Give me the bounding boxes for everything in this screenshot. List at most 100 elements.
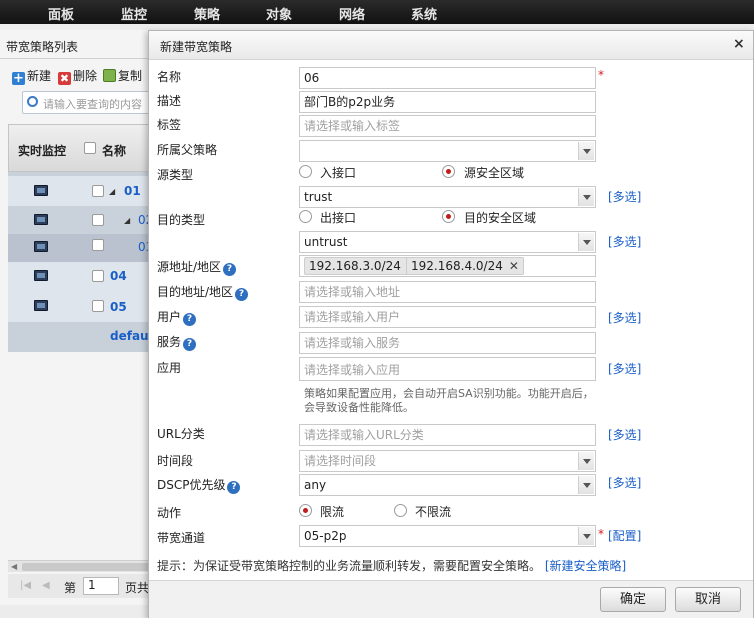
chevron-down-icon[interactable]: [578, 188, 594, 206]
src-addr-label: 源地址/地区?: [157, 258, 237, 276]
page-label: 第: [64, 581, 77, 595]
src-type-interface-radio[interactable]: [299, 165, 312, 178]
scroll-left-icon[interactable]: ◀: [11, 562, 17, 571]
time-placeholder: 请选择时间段: [304, 454, 377, 468]
nav-item-object[interactable]: 对象: [266, 4, 292, 23]
app-field[interactable]: 请选择或输入应用: [299, 357, 596, 381]
list-title: 带宽策略列表: [6, 40, 79, 54]
help-icon[interactable]: ?: [183, 338, 197, 351]
monitor-icon[interactable]: [34, 241, 48, 252]
list-search-input[interactable]: 请输入要查询的内容: [22, 91, 150, 114]
row-name[interactable]: 01: [124, 184, 141, 198]
dst-type-interface-radio[interactable]: [299, 210, 312, 223]
expand-icon[interactable]: ◢: [124, 216, 130, 225]
src-zone-select[interactable]: trust: [299, 186, 596, 208]
chevron-down-icon[interactable]: [578, 233, 594, 251]
row-checkbox[interactable]: [92, 270, 104, 282]
src-type-zone-label[interactable]: 源安全区域: [464, 164, 524, 181]
name-field[interactable]: 06: [299, 67, 596, 89]
app-note: 策略如果配置应用，会自动开启SA识别功能。功能开启后，会导致设备性能降低。: [304, 387, 594, 414]
monitor-icon[interactable]: [34, 270, 48, 281]
tag-field[interactable]: 请选择或输入标签: [299, 115, 596, 137]
user-multi-select[interactable]: [多选]: [608, 309, 641, 326]
url-label: URL分类: [157, 427, 205, 441]
url-multi-select[interactable]: [多选]: [608, 426, 641, 443]
expand-icon[interactable]: ◢: [109, 187, 115, 196]
url-field[interactable]: 请选择或输入URL分类: [299, 424, 596, 446]
src-addr-chip: 192.168.3.0/24✕: [304, 257, 422, 275]
action-nolimit-label[interactable]: 不限流: [415, 503, 451, 520]
new-button[interactable]: + 新建: [12, 67, 51, 85]
copy-icon: [103, 69, 116, 82]
help-icon[interactable]: ?: [183, 313, 197, 326]
service-field[interactable]: 请选择或输入服务: [299, 332, 596, 354]
row-checkbox[interactable]: [92, 185, 104, 197]
row-checkbox[interactable]: [92, 214, 104, 226]
row-checkbox[interactable]: [92, 300, 104, 312]
table-row[interactable]: ◢ 01: [8, 176, 152, 206]
chevron-down-icon[interactable]: [578, 476, 594, 494]
nav-item-monitor[interactable]: 监控: [121, 4, 147, 23]
ok-button[interactable]: 确定: [600, 587, 666, 612]
dst-zone-multi-select[interactable]: [多选]: [608, 233, 641, 250]
chevron-down-icon[interactable]: [578, 527, 594, 545]
chevron-down-icon[interactable]: [578, 142, 594, 160]
delete-button[interactable]: ✖ 删除: [58, 67, 97, 85]
row-name[interactable]: 05: [110, 300, 127, 314]
nav-item-network[interactable]: 网络: [339, 4, 365, 23]
action-limit-radio[interactable]: [299, 504, 312, 517]
src-type-interface-label[interactable]: 入接口: [320, 164, 356, 181]
nav-item-system[interactable]: 系统: [411, 4, 437, 23]
row-checkbox[interactable]: [92, 239, 104, 251]
dst-type-zone-label[interactable]: 目的安全区域: [464, 209, 536, 226]
table-row[interactable]: default: [8, 322, 158, 352]
prev-page-icon[interactable]: ◀: [42, 580, 50, 591]
dst-type-interface-label[interactable]: 出接口: [320, 209, 356, 226]
cancel-button[interactable]: 取消: [675, 587, 741, 612]
table-row[interactable]: ◢ 02: [8, 206, 153, 236]
dst-addr-field[interactable]: 请选择或输入地址: [299, 281, 596, 303]
time-select[interactable]: 请选择时间段: [299, 450, 596, 472]
close-icon[interactable]: ×: [733, 36, 745, 52]
channel-config-link[interactable]: [配置]: [608, 527, 641, 544]
desc-field[interactable]: 部门B的p2p业务: [299, 91, 596, 113]
monitor-icon[interactable]: [34, 185, 48, 196]
action-nolimit-radio[interactable]: [394, 504, 407, 517]
dscp-multi-select[interactable]: [多选]: [608, 474, 641, 491]
chevron-down-icon[interactable]: [578, 452, 594, 470]
remove-chip-icon[interactable]: ✕: [509, 259, 519, 273]
monitor-icon[interactable]: [34, 300, 48, 311]
action-label: 动作: [157, 506, 182, 520]
dscp-select[interactable]: any: [299, 474, 596, 496]
src-zone-multi-select[interactable]: [多选]: [608, 188, 641, 205]
copy-button[interactable]: 复制: [103, 67, 142, 84]
scroll-thumb[interactable]: [22, 563, 150, 571]
nav-item-policy[interactable]: 策略: [194, 4, 220, 23]
src-addr-chip: 192.168.4.0/24 ✕: [406, 257, 524, 275]
table-row[interactable]: 04: [8, 262, 152, 292]
horizontal-scrollbar[interactable]: ◀: [8, 560, 152, 572]
help-icon[interactable]: ?: [227, 481, 241, 494]
page-input[interactable]: 1: [83, 577, 119, 595]
monitor-icon[interactable]: [34, 214, 48, 225]
dialog-title: 新建带宽策略: [160, 40, 233, 54]
dst-type-zone-radio[interactable]: [442, 210, 455, 223]
dst-zone-select[interactable]: untrust: [299, 231, 596, 253]
app-multi-select[interactable]: [多选]: [608, 360, 641, 377]
select-all-checkbox[interactable]: [84, 142, 96, 154]
table-row[interactable]: 05: [8, 292, 152, 322]
channel-select[interactable]: 05-p2p: [299, 525, 596, 547]
parent-policy-select[interactable]: [299, 140, 596, 162]
row-name[interactable]: 04: [110, 269, 127, 283]
dialog-title-bar[interactable]: 新建带宽策略: [149, 31, 753, 60]
new-security-policy-link[interactable]: [新建安全策略]: [545, 559, 626, 573]
nav-item-panel[interactable]: 面板: [48, 4, 74, 23]
src-type-zone-radio[interactable]: [442, 165, 455, 178]
first-page-icon[interactable]: |◀: [20, 580, 31, 591]
user-field[interactable]: 请选择或输入用户: [299, 306, 596, 328]
tag-placeholder: 请选择或输入标签: [304, 119, 401, 133]
help-icon[interactable]: ?: [235, 288, 249, 301]
help-icon[interactable]: ?: [223, 263, 237, 276]
action-limit-label[interactable]: 限流: [320, 503, 344, 520]
table-row[interactable]: 03: [8, 234, 153, 264]
